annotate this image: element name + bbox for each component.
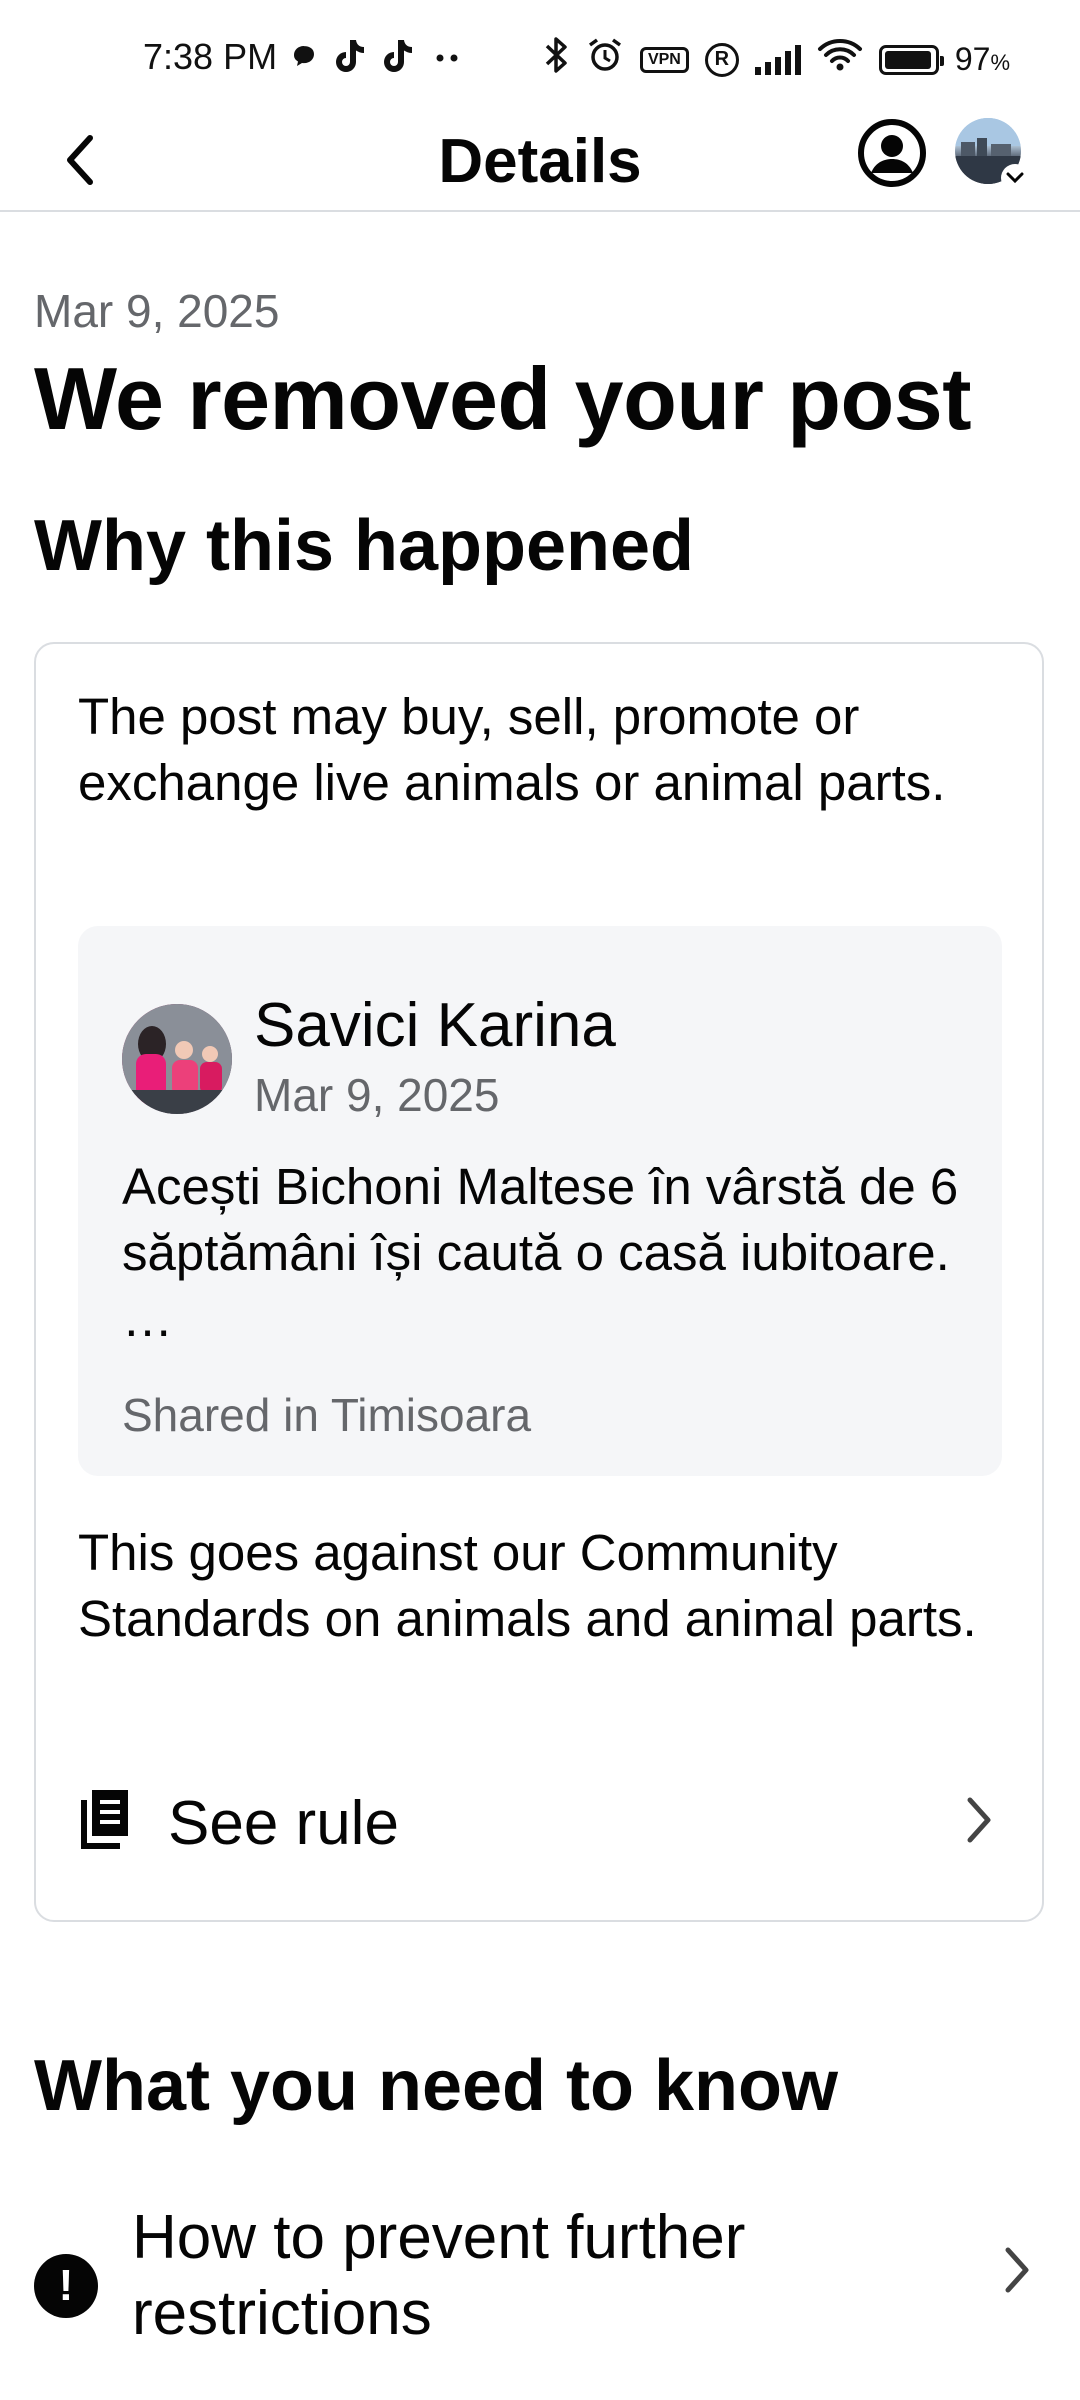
signal-icon (754, 44, 801, 75)
top-app-bar: Details (0, 110, 1080, 212)
know-section-title: What you need to know (34, 2046, 838, 2126)
shared-in-label: Shared in Timisoara (122, 1389, 532, 1441)
account-switcher-button[interactable] (955, 118, 1029, 192)
bluetooth-icon (544, 36, 570, 83)
community-standard-text: This goes against our Community Standard… (78, 1524, 977, 1647)
status-bar: 7:38 PM VPN R 97% (0, 0, 1080, 110)
chevron-right-icon (958, 1790, 998, 1850)
removal-reason: The post may buy, sell, promote or excha… (78, 688, 946, 811)
notice-headline: We removed your post (34, 349, 972, 448)
notification-icons (290, 38, 468, 79)
see-rule-label: See rule (168, 1789, 399, 1858)
rulebook-icon (76, 1786, 136, 1850)
person-circle-icon (858, 119, 926, 187)
profile-button[interactable] (857, 118, 927, 188)
tiktok-icon (380, 38, 414, 79)
chevron-right-icon (996, 2240, 1036, 2300)
prevent-restrictions-label: How to prevent further restrictions (132, 2203, 746, 2348)
battery-percent-value: 97 (954, 41, 991, 77)
post-text: Acești Bichoni Maltese în vârstă de 6 să… (122, 1158, 959, 1347)
prevent-restrictions-item[interactable]: ! How to prevent further restrictions (0, 2190, 1080, 2370)
author-name: Savici Karina (254, 991, 616, 1060)
battery-percent-unit: % (990, 50, 1010, 75)
chat-bubble-icon (290, 42, 318, 75)
why-section-title: Why this happened (34, 506, 695, 586)
tiktok-icon (332, 38, 366, 79)
reason-card: The post may buy, sell, promote or excha… (34, 642, 1044, 1922)
registered-icon: R (704, 42, 739, 77)
post-preview[interactable]: Savici Karina Mar 9, 2025 Acești Bichoni… (78, 926, 1002, 1476)
see-rule-button[interactable]: See rule (36, 1760, 1042, 1880)
status-time: 7:38 PM (143, 36, 278, 77)
post-date: Mar 9, 2025 (254, 1069, 500, 1121)
more-dots-icon (428, 46, 468, 71)
wifi-icon (817, 38, 863, 81)
battery-icon (878, 44, 944, 75)
alarm-icon (586, 36, 624, 83)
battery-level (884, 50, 932, 69)
vpn-icon: VPN (639, 46, 689, 73)
chevron-down-icon (1001, 164, 1029, 192)
alert-icon: ! (34, 2254, 98, 2318)
notice-date: Mar 9, 2025 (34, 285, 280, 337)
author-avatar (122, 1004, 232, 1114)
battery-percent: 97% (955, 41, 1010, 78)
system-icons: VPN R 97% (544, 36, 1010, 83)
